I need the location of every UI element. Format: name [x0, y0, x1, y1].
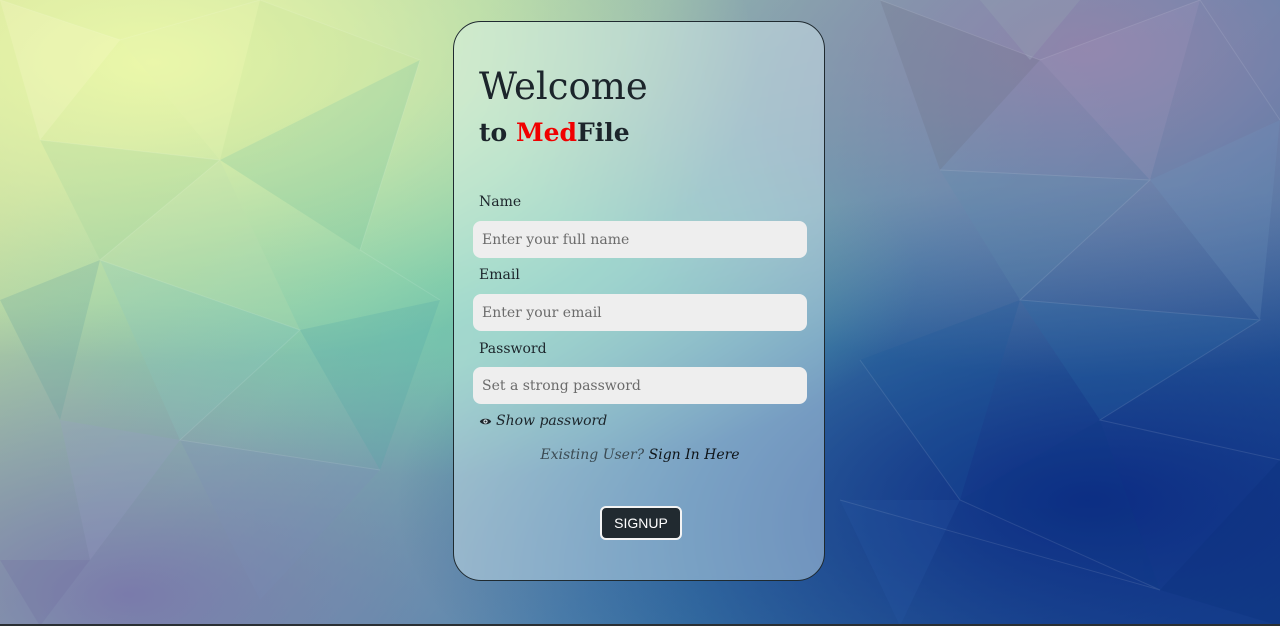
signup-card: Welcome to MedFile Name Email Password S…	[453, 21, 825, 581]
show-password-label: Show password	[496, 413, 608, 429]
signup-button[interactable]: SIGNUP	[600, 506, 682, 540]
eye-icon	[479, 418, 492, 424]
brand-name-accent: Med	[515, 118, 577, 147]
brand-name-rest: File	[577, 118, 630, 147]
email-input[interactable]	[473, 294, 807, 331]
existing-user-row: Existing User? Sign In Here	[454, 447, 826, 463]
show-password-toggle[interactable]: Show password	[479, 413, 607, 429]
password-label: Password	[479, 341, 547, 357]
password-input[interactable]	[473, 367, 807, 404]
welcome-heading: Welcome	[479, 65, 648, 108]
name-label: Name	[479, 194, 522, 210]
sign-in-link[interactable]: Sign In Here	[649, 447, 740, 463]
subtitle-prefix: to	[479, 118, 516, 147]
name-input[interactable]	[473, 221, 807, 258]
email-label: Email	[479, 267, 520, 283]
app-subtitle: to MedFile	[479, 120, 630, 145]
existing-user-text: Existing User?	[540, 447, 645, 463]
